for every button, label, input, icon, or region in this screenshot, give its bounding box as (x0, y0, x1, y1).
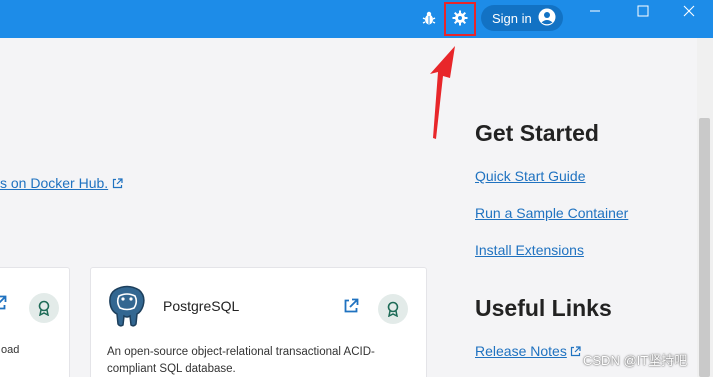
award-icon (378, 294, 408, 324)
scrollbar-thumb[interactable] (699, 118, 710, 377)
minimize-button[interactable] (577, 2, 613, 24)
docker-hub-link-text: s on Docker Hub. (0, 175, 109, 191)
extension-card-postgresql[interactable]: PostgreSQL An open-source object-relatio… (90, 267, 427, 377)
card-description: oad (1, 344, 20, 356)
sign-in-label: Sign in (492, 10, 532, 26)
release-notes-link[interactable]: Release Notes (475, 343, 581, 360)
release-notes-label: Release Notes (475, 343, 567, 359)
card-description: An open-source object-relational transac… (107, 346, 375, 375)
postgresql-logo-icon (107, 284, 147, 333)
external-link-icon (570, 344, 581, 360)
minimize-icon (589, 4, 601, 22)
external-link-icon[interactable] (0, 295, 7, 316)
sign-in-button[interactable]: Sign in (481, 5, 563, 31)
close-icon (683, 4, 695, 22)
maximize-button[interactable] (625, 2, 661, 24)
close-button[interactable] (671, 2, 707, 24)
run-sample-container-link[interactable]: Run a Sample Container (475, 205, 628, 221)
watermark-text: CSDN @IT坚持吧 (583, 353, 688, 368)
install-extensions-link[interactable]: Install Extensions (475, 242, 584, 258)
maximize-icon (637, 4, 649, 22)
title-bar: Sign in (0, 0, 713, 38)
external-link-icon[interactable] (343, 298, 359, 319)
annotation-arrow (430, 46, 455, 139)
external-link-icon (112, 176, 123, 192)
bug-icon[interactable] (419, 8, 439, 28)
get-started-heading: Get Started (475, 120, 599, 146)
card-title: PostgreSQL (163, 298, 240, 314)
quick-start-guide-link[interactable]: Quick Start Guide (475, 168, 586, 184)
settings-highlight-box (444, 2, 476, 36)
useful-links-heading: Useful Links (475, 295, 612, 321)
award-icon (29, 293, 59, 323)
extension-card[interactable]: oad (0, 267, 70, 377)
docker-hub-link[interactable]: s on Docker Hub. (0, 175, 123, 192)
account-icon (538, 8, 556, 29)
